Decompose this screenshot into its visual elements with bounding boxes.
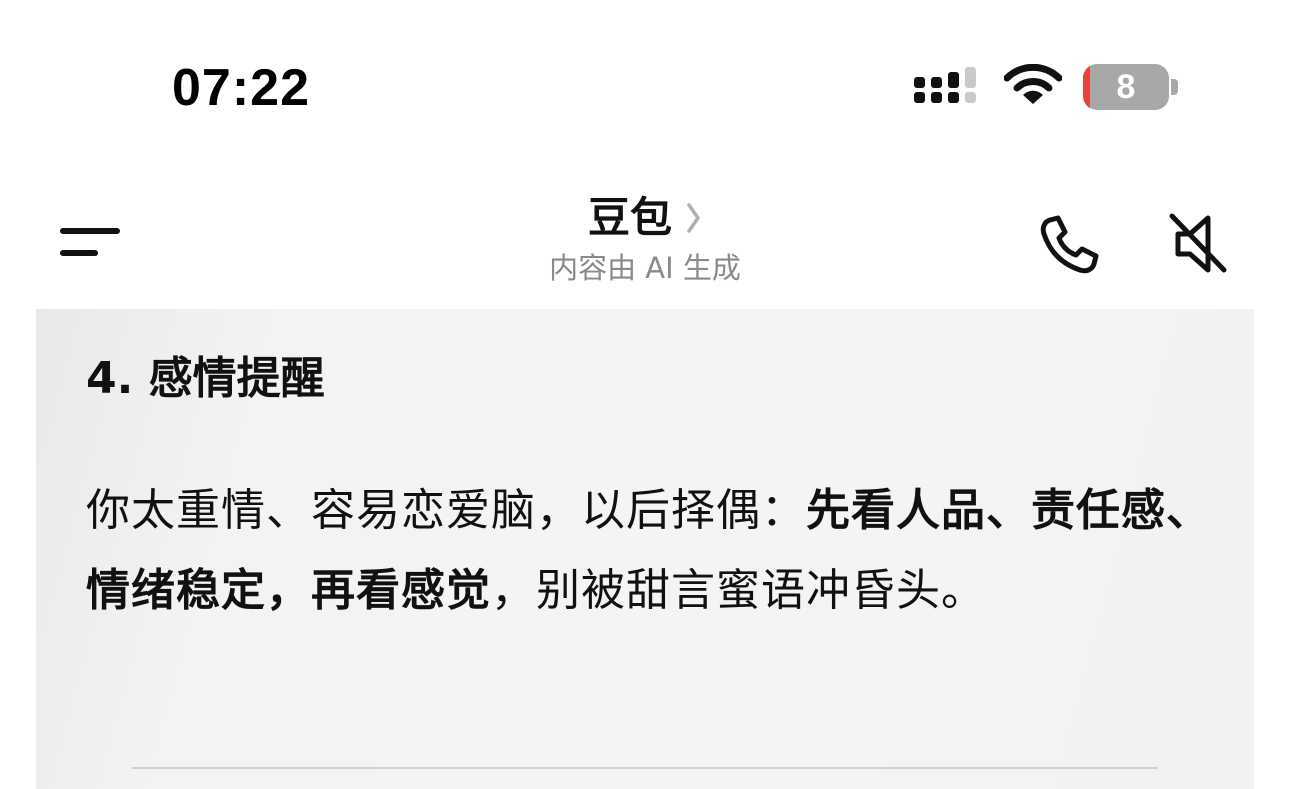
paragraph-text-start: 你太重情、容易恋爱脑，以后择偶： (86, 485, 806, 536)
section-heading: 4. 感情提醒 (86, 353, 325, 404)
speaker-muted-icon (1169, 213, 1227, 273)
assistant-message-bubble: 4. 感情提醒 你太重情、容易恋爱脑，以后择偶：先看人品、责任感、情绪稳定，再看… (36, 309, 1254, 789)
speaker-mute-button[interactable] (1166, 208, 1234, 280)
battery-body: 8 (1083, 64, 1169, 110)
message-paragraph: 你太重情、容易恋爱脑，以后择偶：先看人品、责任感、情绪稳定，再看感觉，别被甜言蜜… (86, 471, 1216, 631)
paragraph-text-end: ，别被甜言蜜语冲昏头。 (491, 565, 986, 616)
voice-call-button[interactable] (1032, 210, 1104, 282)
menu-button[interactable] (52, 214, 132, 270)
battery-level-text: 8 (1116, 68, 1136, 106)
chat-title-button[interactable]: 豆包 内容由 AI 生成 (445, 192, 845, 286)
wifi-icon (1004, 64, 1062, 104)
chevron-right-icon (687, 203, 700, 233)
chat-title: 豆包 (587, 193, 672, 242)
status-time: 07:22 (172, 59, 310, 117)
ai-generated-notice: 内容由 AI 生成 (549, 251, 741, 285)
battery-cap (1171, 79, 1178, 95)
phone-icon (1040, 215, 1099, 274)
battery-icon: 8 (1083, 64, 1179, 110)
divider (132, 767, 1158, 769)
signal-icon (914, 67, 976, 103)
